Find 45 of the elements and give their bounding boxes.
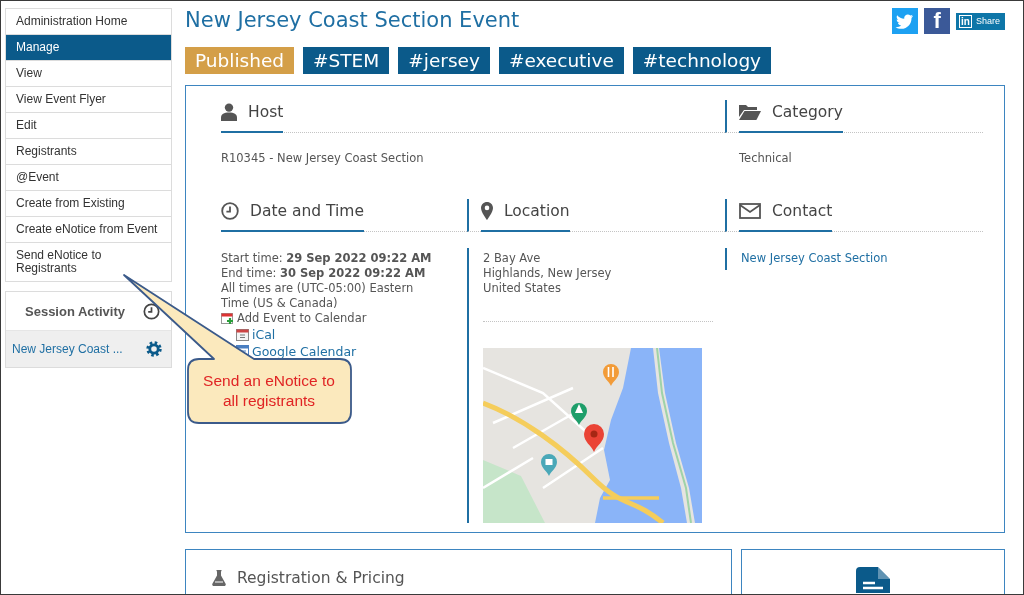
map-marker-icon bbox=[571, 403, 587, 425]
share-button[interactable]: in Share bbox=[956, 12, 1005, 30]
tag[interactable]: #technology bbox=[632, 47, 772, 74]
session-link[interactable]: New Jersey Coast ... bbox=[12, 342, 123, 356]
tag[interactable]: #executive bbox=[498, 47, 624, 74]
add-to-calendar-label: Add Event to Calendar bbox=[237, 311, 367, 326]
date-time-text: Start time: 29 Sep 2022 09:22 AM bbox=[221, 251, 433, 266]
section-title: Date and Time bbox=[250, 201, 364, 222]
envelope-icon bbox=[739, 203, 761, 219]
tag[interactable]: #jersey bbox=[398, 47, 490, 74]
session-activity-title: Session Activity bbox=[25, 303, 125, 319]
in-logo: in bbox=[959, 14, 972, 28]
address-line: Highlands, New Jersey bbox=[483, 266, 613, 281]
calendar-add-icon bbox=[221, 312, 234, 325]
section-title: Category bbox=[772, 102, 843, 123]
settings-icon[interactable] bbox=[146, 341, 162, 357]
folder-icon bbox=[739, 104, 761, 120]
calendar-link[interactable]: iCal bbox=[252, 326, 276, 343]
location-pin-icon bbox=[584, 424, 604, 452]
registration-title: Registration & Pricing bbox=[237, 568, 405, 589]
person-icon bbox=[221, 103, 237, 121]
calendar-link[interactable]: Google Calendar bbox=[252, 343, 357, 360]
section-title: Location bbox=[504, 201, 570, 222]
map-pin-icon bbox=[481, 202, 493, 220]
section-title: Host bbox=[248, 102, 284, 123]
map-marker-icon bbox=[603, 364, 619, 386]
share-button[interactable]: f bbox=[924, 8, 951, 34]
bird-icon[interactable] bbox=[892, 8, 919, 34]
callout-text: Send an eNotice to all registrants bbox=[202, 370, 336, 411]
calendar-icon bbox=[236, 328, 249, 341]
event-title: New Jersey Coast Section Event bbox=[185, 8, 520, 33]
clock-icon[interactable] bbox=[143, 302, 160, 320]
section-title: Contact bbox=[772, 201, 833, 222]
clock-icon bbox=[221, 202, 239, 220]
flask-icon bbox=[212, 570, 226, 586]
address-line: 2 Bay Ave bbox=[483, 251, 542, 266]
date-time-text: End time: 30 Sep 2022 09:22 AM bbox=[221, 266, 427, 281]
map-marker-icon bbox=[541, 454, 557, 476]
category-value: Technical bbox=[739, 151, 793, 166]
date-time-text: All times are (UTC-05:00) Eastern Time (US & Canada) bbox=[221, 281, 415, 311]
host-value: R10345 - New Jersey Coast Section bbox=[221, 151, 425, 166]
menu-item[interactable]: Manage bbox=[6, 35, 171, 61]
contact-link[interactable]: New Jersey Coast Section bbox=[741, 251, 888, 265]
address-line: United States bbox=[483, 281, 562, 296]
tag[interactable]: #STEM bbox=[303, 47, 390, 74]
